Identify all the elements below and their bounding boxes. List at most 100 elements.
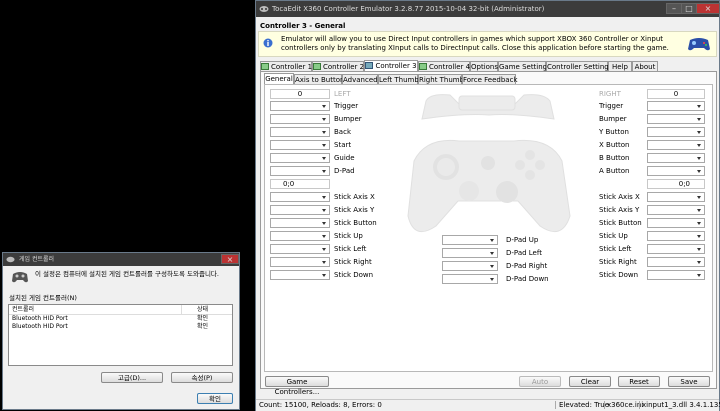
- controller-status: 확인: [197, 323, 209, 330]
- left-trigger-value: 0: [270, 89, 330, 99]
- ok-button[interactable]: 확인: [197, 393, 233, 404]
- right-stick-down-dropdown[interactable]: [647, 270, 705, 280]
- x-button-dropdown[interactable]: [647, 140, 705, 150]
- start-dropdown[interactable]: [270, 140, 330, 150]
- right-stick-up-dropdown[interactable]: [647, 231, 705, 241]
- right-stick-button-label: Stick Button: [599, 219, 642, 227]
- left-stick-up-dropdown[interactable]: [270, 231, 330, 241]
- status-ini: x360ce.ini: [607, 401, 644, 409]
- tab-game-settings[interactable]: Game Settings: [498, 61, 551, 71]
- subtab-right-thumb[interactable]: Right Thumb: [418, 74, 464, 84]
- status-bar: Count: 15100, Reloads: 8, Errors: 0 Elev…: [256, 399, 720, 411]
- controller-tab-icon: [261, 63, 269, 70]
- tab-controller-settings[interactable]: Controller Settings: [546, 61, 612, 71]
- right-stick-axis-x-label: Stick Axis X: [599, 193, 640, 201]
- right-stick-left-label: Stick Left: [599, 245, 632, 253]
- tab-controller-4[interactable]: Controller 4: [418, 61, 470, 71]
- save-button[interactable]: Save: [668, 376, 710, 387]
- tab-about[interactable]: About: [632, 61, 658, 71]
- right-stick-axis-x-dropdown[interactable]: [647, 192, 705, 202]
- list-item[interactable]: Bluetooth HID Port 확인: [9, 323, 232, 331]
- dpad-up-dropdown[interactable]: [442, 235, 498, 245]
- list-header: 컨트롤러 상태: [9, 305, 232, 315]
- b-button-label: B Button: [599, 154, 630, 162]
- left-stick-axis-y-label: Stick Axis Y: [334, 206, 375, 214]
- clear-button[interactable]: Clear: [569, 376, 611, 387]
- tab-controller-2[interactable]: Controller 2: [312, 61, 364, 71]
- dpad-dropdown[interactable]: [270, 166, 330, 176]
- tab-options[interactable]: Options: [470, 61, 498, 71]
- game-controllers-button[interactable]: Game Controllers...: [265, 376, 329, 396]
- auto-button[interactable]: Auto: [519, 376, 561, 387]
- dpad-right-label: D-Pad Right: [506, 262, 548, 270]
- y-button-label: Y Button: [599, 128, 629, 136]
- tab-help[interactable]: Help: [608, 61, 632, 71]
- dialog-close-button[interactable]: ×: [221, 254, 239, 264]
- dialog-title-bar[interactable]: 게임 컨트롤러: [3, 253, 239, 266]
- left-stick-axis-y-dropdown[interactable]: [270, 205, 330, 215]
- a-button-dropdown[interactable]: [647, 166, 705, 176]
- subtab-force-feedback[interactable]: Force Feedback: [462, 74, 518, 84]
- controller-tab-icon: [365, 62, 374, 69]
- right-stick-left-dropdown[interactable]: [647, 244, 705, 254]
- start-label: Start: [334, 141, 352, 149]
- column-header-status[interactable]: 상태: [197, 305, 208, 314]
- dpad-down-dropdown[interactable]: [442, 274, 498, 284]
- status-separator: [604, 401, 605, 409]
- left-trigger-dropdown[interactable]: [270, 101, 330, 111]
- minimize-button[interactable]: –: [666, 3, 682, 14]
- dpad-left-dropdown[interactable]: [442, 248, 498, 258]
- main-title-bar[interactable]: TocaEdit X360 Controller Emulator 3.2.8.…: [256, 1, 719, 17]
- subtab-left-thumb[interactable]: Left Thumb: [378, 74, 419, 84]
- x-button-label: X Button: [599, 141, 630, 149]
- main-window-title: TocaEdit X360 Controller Emulator 3.2.8.…: [272, 5, 545, 13]
- b-button-dropdown[interactable]: [647, 153, 705, 163]
- controllers-list[interactable]: 컨트롤러 상태 Bluetooth HID Port 확인 Bluetooth …: [8, 304, 233, 366]
- right-stick-right-dropdown[interactable]: [647, 257, 705, 267]
- close-button[interactable]: ×: [696, 3, 720, 14]
- left-stick-down-dropdown[interactable]: [270, 270, 330, 280]
- tab-controller-1[interactable]: Controller 1: [260, 61, 312, 71]
- column-header-controller[interactable]: 컨트롤러: [12, 305, 34, 314]
- page-title: Controller 3 - General: [260, 22, 346, 30]
- tab-controller-3[interactable]: Controller 3: [364, 60, 418, 71]
- right-trigger-label: Trigger: [599, 102, 624, 110]
- gamepad-icon: [688, 38, 710, 51]
- left-stick-right-dropdown[interactable]: [270, 257, 330, 267]
- left-bumper-dropdown[interactable]: [270, 114, 330, 124]
- left-stick-value: 0;0: [270, 179, 330, 189]
- properties-button[interactable]: 속성(P): [171, 372, 233, 383]
- right-stick-right-label: Stick Right: [599, 258, 637, 266]
- left-stick-left-dropdown[interactable]: [270, 244, 330, 254]
- left-header: LEFT: [334, 90, 351, 98]
- right-bumper-label: Bumper: [599, 115, 627, 123]
- right-stick-axis-y-label: Stick Axis Y: [599, 206, 640, 214]
- guide-dropdown[interactable]: [270, 153, 330, 163]
- right-trigger-dropdown[interactable]: [647, 101, 705, 111]
- game-controllers-dialog: 게임 컨트롤러 × 이 설정은 컴퓨터에 설치된 게임 컨트롤러를 구성하도록 …: [2, 252, 240, 410]
- installed-controllers-label: 설치된 게임 컨트롤러(N): [9, 294, 77, 302]
- advanced-button[interactable]: 고급(D)...: [101, 372, 163, 383]
- controller-tab-icon: [419, 63, 427, 70]
- right-bumper-dropdown[interactable]: [647, 114, 705, 124]
- left-stick-axis-x-dropdown[interactable]: [270, 192, 330, 202]
- status-separator: [555, 401, 556, 409]
- info-text: Emulator will allow you to use Direct In…: [281, 35, 669, 52]
- subtab-advanced[interactable]: Advanced: [342, 74, 378, 84]
- status-dll: xinput1_3.dll 3.4.1.1357: [642, 401, 720, 409]
- subtab-axis-to-button[interactable]: Axis to Button: [294, 74, 344, 84]
- right-stick-button-dropdown[interactable]: [647, 218, 705, 228]
- right-stick-up-label: Stick Up: [599, 232, 628, 240]
- maximize-button[interactable]: □: [681, 3, 697, 14]
- dpad-down-label: D-Pad Down: [506, 275, 549, 283]
- reset-button[interactable]: Reset: [618, 376, 660, 387]
- y-button-dropdown[interactable]: [647, 127, 705, 137]
- dialog-app-icon: [6, 256, 15, 263]
- status-count: Count: 15100, Reloads: 8, Errors: 0: [259, 401, 382, 409]
- left-stick-button-dropdown[interactable]: [270, 218, 330, 228]
- back-dropdown[interactable]: [270, 127, 330, 137]
- dpad-right-dropdown[interactable]: [442, 261, 498, 271]
- right-stick-axis-y-dropdown[interactable]: [647, 205, 705, 215]
- list-item[interactable]: Bluetooth HID Port 확인: [9, 315, 232, 323]
- subtab-general[interactable]: General: [264, 73, 294, 84]
